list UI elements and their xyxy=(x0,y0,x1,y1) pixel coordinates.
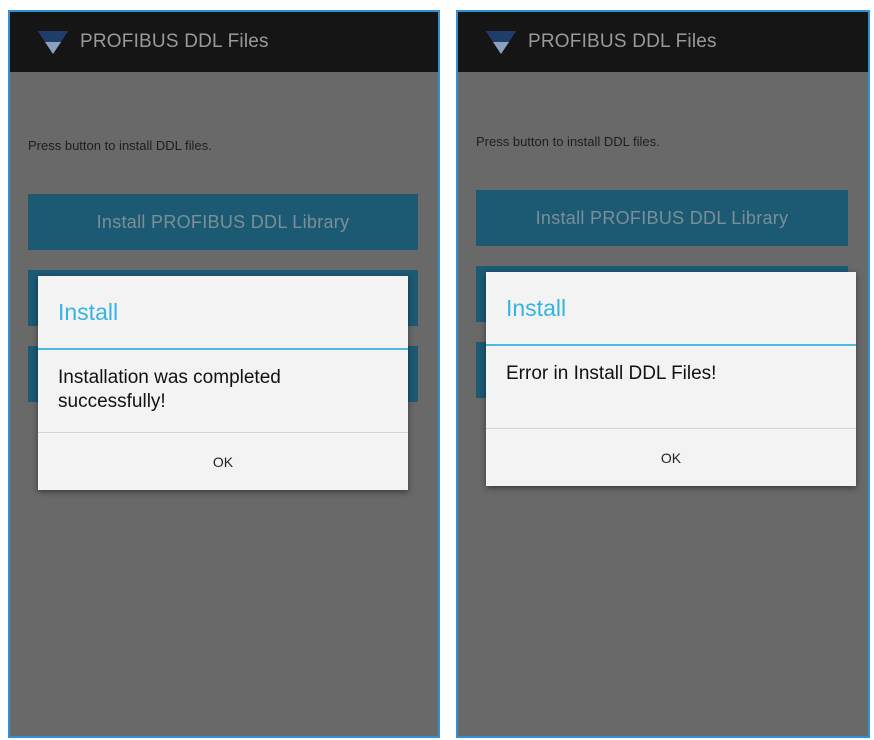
instruction-text: Press button to install DDL files. xyxy=(476,134,660,149)
action-bar: PROFIBUS DDL Files xyxy=(458,12,868,72)
app-title: PROFIBUS DDL Files xyxy=(528,31,717,52)
phone-screen-success: PROFIBUS DDL Files Press button to insta… xyxy=(8,10,440,738)
action-bar: PROFIBUS DDL Files xyxy=(10,12,438,72)
profibus-logo-icon xyxy=(486,31,516,54)
phone-screen-error: PROFIBUS DDL Files Press button to insta… xyxy=(456,10,870,738)
install-dialog: Install Installation was completed succe… xyxy=(38,276,408,490)
dialog-message: Installation was completed successfully! xyxy=(58,367,281,412)
install-dialog: Install Error in Install DDL Files! OK xyxy=(486,272,856,486)
ok-button[interactable]: OK xyxy=(486,429,856,486)
install-library-button[interactable]: Install PROFIBUS DDL Library xyxy=(28,194,418,250)
app-title: PROFIBUS DDL Files xyxy=(80,31,269,52)
page: PROFIBUS DDL Files Press button to insta… xyxy=(0,0,874,740)
install-library-button[interactable]: Install PROFIBUS DDL Library xyxy=(476,190,848,246)
dialog-title: Install xyxy=(38,276,408,350)
dialog-message: Error in Install DDL Files! xyxy=(506,363,717,384)
profibus-logo-icon xyxy=(38,31,68,54)
instruction-text: Press button to install DDL files. xyxy=(28,138,212,153)
ok-button[interactable]: OK xyxy=(38,433,408,490)
dialog-title: Install xyxy=(486,272,856,346)
